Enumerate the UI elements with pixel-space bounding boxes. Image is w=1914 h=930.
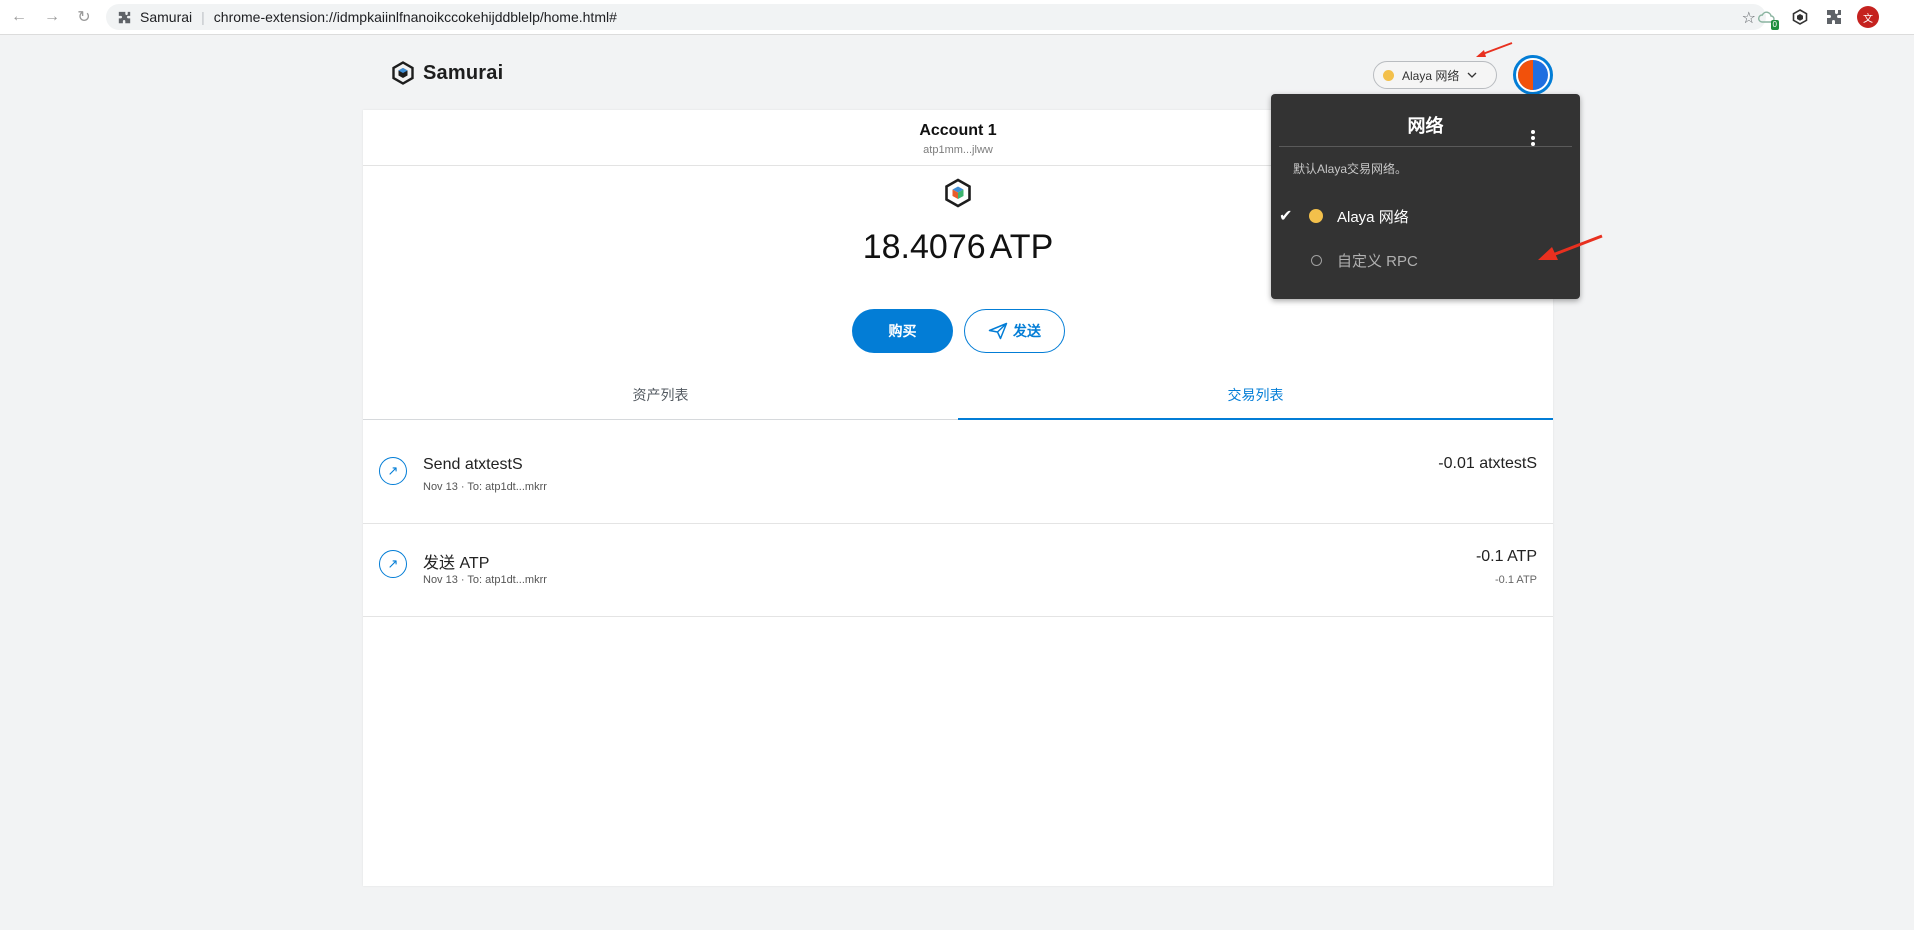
forward-arrow-icon[interactable]: → xyxy=(42,7,62,27)
network-selector[interactable]: Alaya 网络 xyxy=(1373,61,1497,89)
transaction-secondary-amount: -0.1 ATP xyxy=(1495,574,1537,586)
transaction-title: 发送 ATP xyxy=(423,555,490,572)
bookmark-star-icon[interactable]: ☆ xyxy=(1742,8,1756,28)
more-options-icon[interactable] xyxy=(1530,130,1536,146)
profile-avatar[interactable]: 文 xyxy=(1857,6,1879,28)
send-button-label: 发送 xyxy=(1013,323,1041,339)
tab-assets[interactable]: 资产列表 xyxy=(363,370,958,419)
network-selector-label: Alaya 网络 xyxy=(1402,68,1460,83)
network-option-alaya[interactable]: ✔ Alaya 网络 xyxy=(1271,198,1580,234)
chevron-down-icon xyxy=(1467,72,1477,78)
network-option-label: Alaya 网络 xyxy=(1337,208,1409,226)
network-status-dot xyxy=(1383,69,1394,81)
network-dropdown-menu: 网络 默认Alaya交易网络。 ✔ Alaya 网络 自定义 RPC xyxy=(1271,94,1580,299)
send-arrow-icon: ↗ xyxy=(379,457,407,485)
annotation-arrow-icon xyxy=(1538,234,1603,260)
buy-button[interactable]: 购买 xyxy=(852,309,953,353)
transaction-list: ↗ Send atxtestS Nov 13 · To: atp1dt...mk… xyxy=(363,431,1553,617)
url-text[interactable]: chrome-extension://idmpkaiinlfnanoikccok… xyxy=(214,9,617,25)
transaction-row[interactable]: ↗ 发送 ATP Nov 13 · To: atp1dt...mkrr -0.1… xyxy=(363,524,1553,617)
transaction-row[interactable]: ↗ Send atxtestS Nov 13 · To: atp1dt...mk… xyxy=(363,431,1553,524)
send-arrow-icon: ↗ xyxy=(379,550,407,578)
network-empty-dot xyxy=(1311,254,1322,266)
transaction-subtitle: Nov 13 · To: atp1dt...mkrr xyxy=(423,481,547,493)
paper-plane-icon xyxy=(988,322,1008,340)
network-option-label: 自定义 RPC xyxy=(1337,252,1418,270)
identicon xyxy=(1518,60,1548,90)
extensions-puzzle-icon[interactable] xyxy=(1823,6,1845,28)
back-arrow-icon[interactable]: ← xyxy=(9,7,29,27)
transaction-amount: -0.1 ATP xyxy=(1475,548,1537,565)
extension-badge: 0 xyxy=(1770,20,1779,30)
transaction-title: Send atxtestS xyxy=(423,456,523,473)
account-menu-avatar[interactable] xyxy=(1513,55,1553,95)
checkmark-icon: ✔ xyxy=(1279,208,1293,225)
address-bar[interactable]: Samurai | chrome-extension://idmpkaiinlf… xyxy=(106,4,1766,30)
menu-divider xyxy=(1279,146,1572,147)
tab-transactions[interactable]: 交易列表 xyxy=(958,370,1553,420)
balance-unit: ATP xyxy=(989,228,1054,266)
transaction-amount: -0.01 atxtestS xyxy=(1438,455,1537,472)
transaction-subtitle: Nov 13 · To: atp1dt...mkrr xyxy=(423,574,547,586)
reload-icon[interactable]: ↻ xyxy=(74,7,94,27)
network-option-custom-rpc[interactable]: 自定义 RPC xyxy=(1271,242,1580,278)
annotation-arrow-icon xyxy=(1476,42,1513,57)
omnibox-separator: | xyxy=(201,9,205,25)
browser-toolbar: ← → ↻ Samurai | chrome-extension://idmpk… xyxy=(0,0,1914,35)
extensions-area: 0 文 xyxy=(1755,6,1879,30)
samurai-extension-icon[interactable] xyxy=(1789,6,1811,28)
samurai-logo-icon xyxy=(392,61,414,85)
site-name: Samurai xyxy=(140,9,193,25)
cloud-extension-icon[interactable]: 0 xyxy=(1755,6,1779,30)
network-status-dot xyxy=(1309,209,1323,223)
network-menu-description: 默认Alaya交易网络。 xyxy=(1293,162,1408,176)
send-button[interactable]: 发送 xyxy=(964,309,1065,353)
wallet-tabs: 资产列表 交易列表 xyxy=(363,370,1553,420)
atp-token-icon xyxy=(945,178,971,208)
app-name: Samurai xyxy=(423,61,504,84)
app-logo[interactable]: Samurai xyxy=(391,61,503,85)
extension-puzzle-icon xyxy=(118,10,132,24)
balance-amount: 18.4076 xyxy=(862,228,986,266)
